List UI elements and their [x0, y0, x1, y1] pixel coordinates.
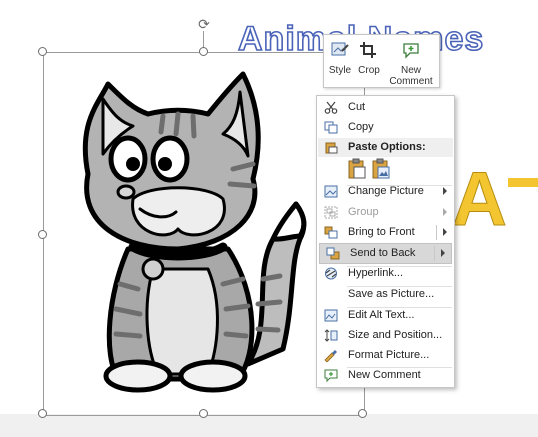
send-to-back-icon: [326, 247, 340, 260]
new-comment-label: New Comment: [389, 65, 433, 87]
crop-icon: [360, 42, 376, 58]
split-divider: [434, 246, 435, 261]
menu-section-paste-options: Paste Options:: [318, 138, 453, 157]
menu-item-hyperlink[interactable]: Hyperlink...: [318, 264, 453, 283]
slide-bottom-strip: [0, 414, 538, 437]
crop-button[interactable]: Crop: [356, 35, 382, 87]
slide-side-letter[interactable]: A: [452, 156, 508, 243]
style-button[interactable]: Style: [326, 35, 354, 87]
copy-icon: [324, 121, 338, 134]
clipboard-icon: [325, 142, 338, 154]
submenu-arrow-icon: [441, 249, 445, 257]
submenu-arrow-icon: [443, 208, 447, 216]
menu-item-save-as-picture[interactable]: Save as Picture...: [318, 285, 453, 304]
menu-item-new-comment[interactable]: New Comment: [318, 366, 453, 385]
resize-handle-top[interactable]: [199, 47, 208, 56]
style-icon: [331, 42, 349, 56]
menu-item-size-and-position[interactable]: Size and Position...: [318, 326, 453, 345]
bring-to-front-icon: [324, 226, 338, 239]
mini-toolbar: Style Crop New Comment: [323, 34, 440, 88]
alt-text-icon: [324, 309, 338, 322]
hyperlink-icon: [325, 267, 337, 280]
resize-handle-top-left[interactable]: [38, 47, 47, 56]
split-divider: [436, 225, 437, 240]
paste-keep-formatting-icon[interactable]: [347, 158, 367, 180]
menu-item-edit-alt-text[interactable]: Edit Alt Text...: [318, 306, 453, 325]
menu-item-format-picture[interactable]: Format Picture...: [318, 346, 453, 365]
format-picture-icon: [324, 350, 337, 362]
new-comment-button[interactable]: New Comment: [386, 35, 436, 87]
submenu-arrow-icon: [443, 187, 447, 195]
change-picture-icon: [324, 185, 338, 198]
resize-handle-left[interactable]: [38, 230, 47, 239]
menu-item-cut[interactable]: Cut: [318, 98, 453, 117]
rotate-handle-icon[interactable]: ⟳: [196, 16, 212, 32]
style-label: Style: [328, 65, 352, 76]
context-menu: Cut Copy Paste Options: Change Picture G…: [316, 95, 455, 388]
size-position-icon: [324, 329, 338, 342]
crop-label: Crop: [358, 65, 380, 76]
resize-handle-bottom[interactable]: [199, 409, 208, 418]
paste-picture-icon[interactable]: [371, 158, 391, 180]
menu-item-send-to-back[interactable]: Send to Back: [319, 243, 452, 264]
menu-item-copy[interactable]: Copy: [318, 118, 453, 137]
group-icon: [324, 206, 338, 219]
menu-item-change-picture[interactable]: Change Picture: [318, 182, 453, 201]
new-comment-icon: [324, 369, 338, 382]
menu-item-group[interactable]: Group: [318, 203, 453, 222]
slide-side-dash: [508, 178, 538, 187]
resize-handle-bottom-left[interactable]: [38, 409, 47, 418]
scissors-icon: [324, 101, 338, 114]
menu-item-bring-to-front[interactable]: Bring to Front: [318, 223, 453, 242]
new-comment-icon: [403, 43, 419, 59]
resize-handle-bottom-right[interactable]: [358, 409, 367, 418]
submenu-arrow-icon: [443, 228, 447, 236]
